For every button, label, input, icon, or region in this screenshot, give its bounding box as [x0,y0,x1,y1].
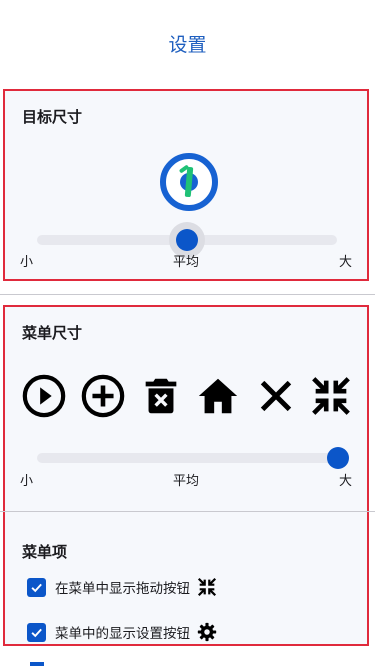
target-size-mid-label: 平均 [173,255,200,270]
menu-item-show-drag-button[interactable]: 在菜单中显示拖动按钮 [27,575,218,599]
menu-size-min-label: 小 [20,474,34,489]
target-size-max-label: 大 [339,255,353,270]
collapse-icon [308,373,354,419]
section-divider [0,511,375,512]
show-settings-button-label: 菜单中的显示设置按钮 [55,626,190,642]
section-divider [0,294,375,295]
play-circle-icon [21,373,67,419]
page-title: 设置 [168,33,207,56]
menu-size-card: 菜单尺寸 小 平均 大 菜单项 在菜单中显示拖动按钮 菜单中的显示设置按钮 [0,305,375,646]
partial-checkbox [30,662,44,666]
app-header: 设置 [0,0,375,86]
target-size-card: 目标尺寸 小 平均 大 [3,89,369,281]
menu-size-slider-thumb[interactable] [327,447,349,469]
show-settings-button-checkbox[interactable] [27,622,46,642]
target-preview-icon [160,153,218,211]
gear-icon [197,622,217,642]
menu-size-mid-label: 平均 [173,474,200,489]
target-size-title: 目标尺寸 [22,108,83,126]
menu-items-title: 菜单项 [22,543,68,561]
delete-icon [138,373,184,419]
menu-size-max-label: 大 [339,474,353,489]
target-size-min-label: 小 [20,255,34,270]
menu-size-title: 菜单尺寸 [22,324,83,342]
close-icon [253,373,299,419]
show-drag-button-checkbox[interactable] [27,577,46,597]
target-needle [184,166,194,198]
drag-collapse-icon [197,577,217,597]
target-size-slider-thumb[interactable] [176,229,198,251]
add-circle-icon [80,373,126,419]
menu-item-show-settings-button[interactable]: 菜单中的显示设置按钮 [27,620,218,644]
home-icon [195,373,241,419]
menu-size-slider-track[interactable] [37,453,337,463]
show-drag-button-label: 在菜单中显示拖动按钮 [55,581,190,597]
